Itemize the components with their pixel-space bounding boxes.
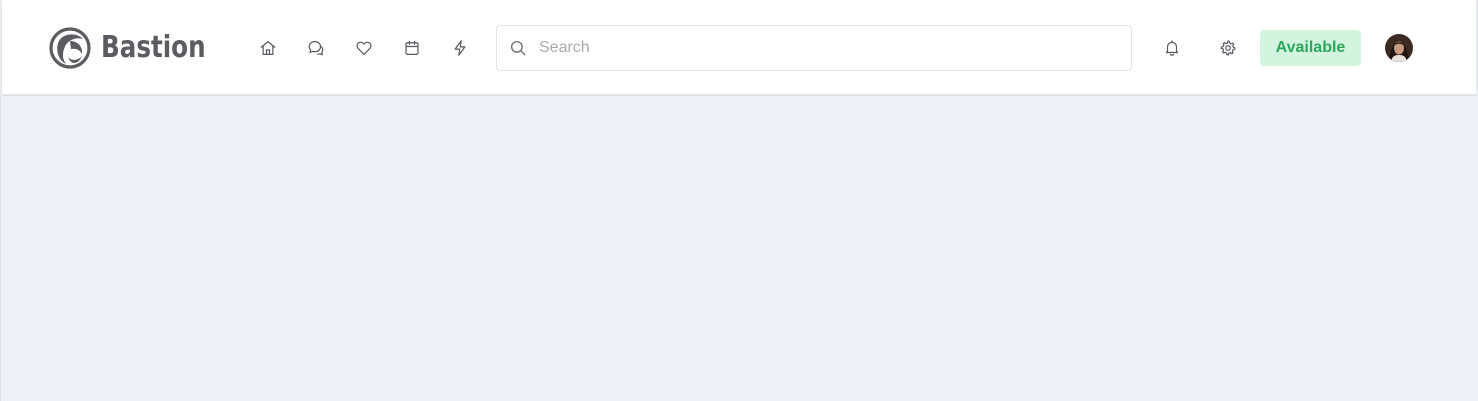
main-content-area [0, 96, 1478, 401]
lightning-icon [454, 40, 466, 56]
avatar-image [1385, 34, 1413, 62]
bastion-logo-icon [49, 27, 91, 69]
nav-favorites-button[interactable] [348, 32, 380, 64]
nav-calendar-button[interactable] [396, 32, 428, 64]
heart-icon [356, 41, 372, 55]
home-icon [260, 41, 276, 55]
brand[interactable]: Bastion [49, 26, 229, 70]
gear-icon [1220, 40, 1236, 56]
top-navbar: Bastion Search Available [2, 0, 1476, 95]
main-nav [252, 32, 492, 64]
availability-status-badge[interactable]: Available [1260, 30, 1361, 66]
calendar-icon [405, 40, 419, 55]
search-bar[interactable] [496, 25, 1132, 71]
notifications-button[interactable] [1156, 32, 1188, 64]
settings-button[interactable] [1212, 32, 1244, 64]
search-input[interactable] [537, 32, 1101, 64]
nav-home-button[interactable] [252, 32, 284, 64]
search-icon [509, 39, 527, 57]
user-avatar[interactable] [1385, 34, 1413, 62]
nav-activity-button[interactable] [444, 32, 476, 64]
bell-icon [1165, 40, 1179, 56]
nav-messages-button[interactable] [300, 32, 332, 64]
brand-name: Bastion [101, 30, 206, 65]
chat-icon [308, 41, 324, 56]
